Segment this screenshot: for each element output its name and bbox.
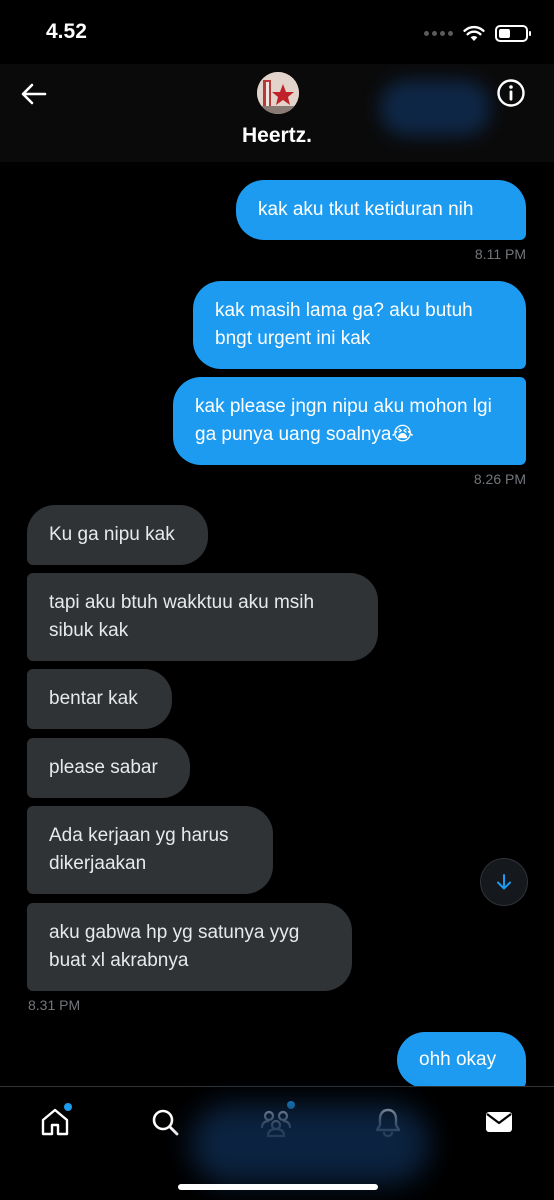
message-bubble-received[interactable]: tapi aku btuh wakktuu aku msih sibuk kak [27, 573, 378, 661]
notification-dot [64, 1103, 72, 1111]
message-bubble-received[interactable]: bentar kak [27, 669, 172, 729]
message-bubble-received[interactable]: Ada kerjaan yg harus dikerjaakan [27, 806, 273, 894]
message-timestamp: 8.11 PM [474, 246, 526, 262]
tab-messages[interactable] [482, 1105, 516, 1139]
scroll-to-bottom-button[interactable] [480, 858, 528, 906]
message-bubble-received[interactable]: Ku ga nipu kak [27, 505, 208, 565]
message-bubble-received[interactable]: please sabar [27, 738, 190, 798]
messages-icon [486, 1112, 512, 1132]
message-bubble-sent[interactable]: kak aku tkut ketiduran nih [236, 180, 526, 240]
avatar[interactable] [257, 72, 299, 114]
message-bubble-sent[interactable]: ohh okay [397, 1032, 526, 1088]
battery-icon [495, 24, 531, 42]
signal-icon [424, 30, 453, 36]
home-indicator[interactable] [178, 1184, 378, 1190]
conversation-header: Heertz. [0, 64, 554, 162]
message-bubble-sent[interactable]: kak masih lama ga? aku butuh bngt urgent… [193, 281, 526, 369]
message-timestamp: 8.26 PM [473, 471, 526, 487]
back-button[interactable] [18, 78, 50, 110]
message-timestamp: 8.31 PM [28, 997, 81, 1013]
info-icon [497, 79, 525, 107]
tab-search[interactable] [148, 1105, 182, 1139]
redacted-area [380, 80, 490, 136]
redacted-area [190, 1104, 430, 1184]
back-arrow-icon [21, 83, 47, 105]
avatar-image [257, 72, 299, 114]
wifi-icon [463, 25, 485, 41]
status-bar: 4.52 [0, 0, 554, 64]
message-bubble-received[interactable]: aku gabwa hp yg satunya yyg buat xl akra… [27, 903, 352, 991]
tab-home[interactable] [38, 1103, 72, 1139]
arrow-down-icon [497, 874, 511, 890]
message-bubble-sent[interactable]: kak please jngn nipu aku mohon lgi ga pu… [173, 377, 526, 465]
search-icon [152, 1109, 179, 1136]
info-button[interactable] [496, 78, 526, 108]
status-icons [424, 22, 531, 44]
status-time: 4.52 [46, 20, 87, 43]
